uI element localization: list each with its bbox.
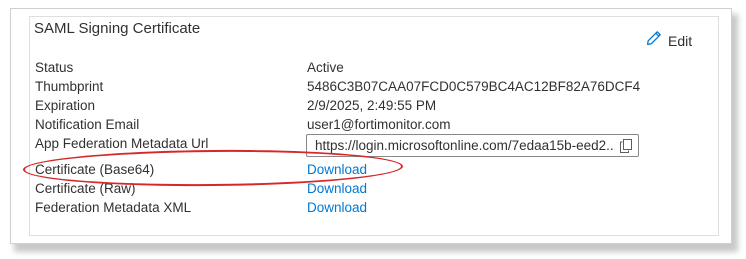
copy-icon[interactable] [620,139,632,158]
notification-email-label: Notification Email [35,117,140,132]
expiration-label: Expiration [35,98,96,113]
metadata-url-value: https://login.microsoftonline.com/7edaa1… [315,138,615,153]
metadata-url-label: App Federation Metadata Url [35,136,209,151]
thumbprint-value: 5486C3B07CAA07FCD0C579BC4AC12BF82A76DCF4 [307,79,641,94]
thumbprint-label: Thumbprint [35,79,104,94]
edit-label: Edit [668,32,693,49]
federation-xml-label: Federation Metadata XML [35,200,192,215]
status-value: Active [307,60,344,75]
section-title: SAML Signing Certificate [34,20,201,37]
status-label: Status [35,60,74,75]
pencil-icon [646,30,662,51]
expiration-value: 2/9/2025, 2:49:55 PM [307,98,437,113]
federation-xml-download-link[interactable]: Download [307,200,367,215]
cert-raw-download-link[interactable]: Download [307,181,367,196]
metadata-url-field[interactable]: https://login.microsoftonline.com/7edaa1… [306,134,639,157]
notification-email-value: user1@fortimonitor.com [307,117,451,132]
edit-button[interactable]: Edit [646,30,692,51]
